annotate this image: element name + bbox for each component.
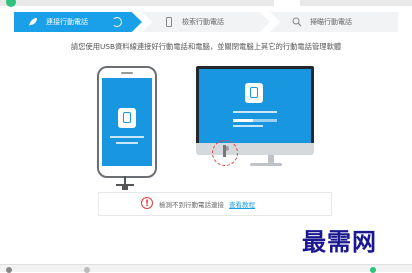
step-label: 檢索行動電話 [182,18,224,26]
usb-connector-icon [122,186,128,190]
step-scan-phone[interactable]: 掃瞄行動電話 [270,12,398,32]
bottom-icon[interactable] [84,267,90,273]
step-retrieve-phone[interactable]: 檢索行動電話 [142,12,270,32]
status-message: 檢測不到行動電話連接 [159,201,224,209]
phone-cable [124,176,126,184]
bottom-icon[interactable] [370,267,376,273]
search-icon [292,17,302,27]
app-logo-icon [6,0,16,7]
step-connect-phone[interactable]: 連接行動電話 [14,12,142,32]
progress-bar [233,119,277,122]
window-top-bar [0,0,412,7]
usb-plug-icon [223,145,226,157]
placeholder-line [233,111,277,113]
phone-screen [102,78,152,166]
connection-instruction: 請您使用USB資料線連接好行動電話和電腦，並關閉電腦上其它的行動電話管理軟體 [70,42,342,51]
phone-speaker [121,72,133,74]
monitor-stand-foot [250,163,282,166]
status-message-box: ! 檢測不到行動電話連接 查看教程 [98,192,332,216]
leaf-icon [29,18,37,26]
usb-port-highlight [212,140,238,166]
tutorial-link[interactable]: 查看教程 [229,199,255,209]
phone-outline-icon [166,17,172,27]
phone-app-icon [118,108,136,128]
warning-icon: ! [141,197,153,209]
window-tab[interactable] [274,0,300,6]
placeholder-line [116,142,138,144]
progress-steps: 連接行動電話 檢索行動電話 掃瞄行動電話 [14,12,398,32]
placeholder-line [233,125,263,127]
watermark: 最需网 [302,227,377,256]
step-label: 掃瞄行動電話 [310,18,352,26]
monitor-illustration [196,66,314,146]
placeholder-line [110,136,144,138]
desktop-app-icon [245,83,263,103]
step-label: 連接行動電話 [46,18,88,26]
loading-spinner-icon [112,17,122,27]
bottom-icon[interactable] [6,267,12,273]
phone-illustration [97,66,157,178]
